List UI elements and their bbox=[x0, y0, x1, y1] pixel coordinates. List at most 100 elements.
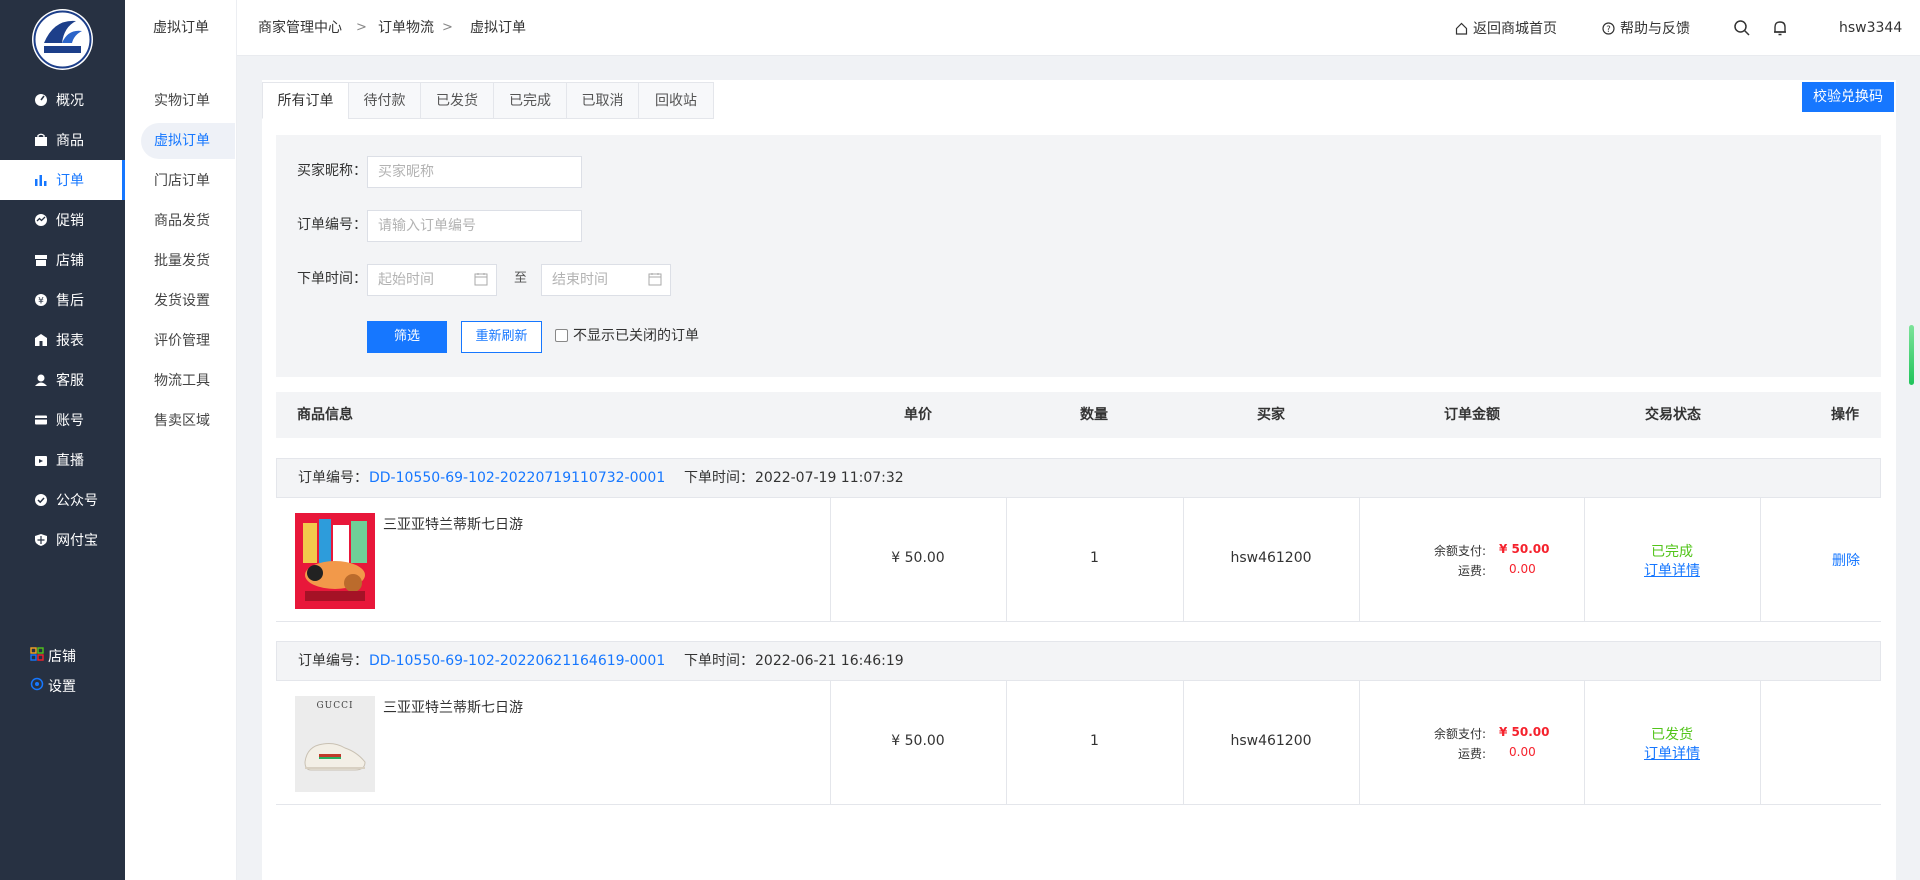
gucci-shoe-image[interactable]: GUCCI bbox=[295, 696, 375, 792]
sub-item-logistics-tools[interactable]: 物流工具 bbox=[141, 363, 235, 399]
sidebar-item-label: 客服 bbox=[56, 373, 84, 389]
order-no-prefix: 订单编号： bbox=[298, 470, 368, 486]
report-icon bbox=[34, 333, 48, 347]
sub-item-shipping-settings[interactable]: 发货设置 bbox=[141, 283, 235, 319]
sidebar-item-customer-service[interactable]: 客服 bbox=[0, 360, 125, 400]
shield-icon bbox=[34, 533, 48, 547]
sidebar-item-label: 公众号 bbox=[56, 493, 98, 509]
breadcrumb-item[interactable]: 商家管理中心 bbox=[258, 0, 342, 56]
order-header-row: 订单编号： DD-10550-69-102-20220621164619-000… bbox=[276, 641, 1881, 681]
filter-button[interactable]: 筛选 bbox=[367, 321, 447, 353]
tab-shipped[interactable]: 已发货 bbox=[420, 82, 494, 119]
sidebar-item-aftersale[interactable]: ¥ 售后 bbox=[0, 280, 125, 320]
sidebar-item-official-account[interactable]: 公众号 bbox=[0, 480, 125, 520]
verify-redeem-code-button[interactable]: 校验兑换码 bbox=[1802, 82, 1894, 112]
bag-icon bbox=[34, 133, 48, 147]
snacks-product-image[interactable] bbox=[295, 513, 375, 609]
username[interactable]: hsw3344 bbox=[1839, 0, 1902, 56]
sidebar-bottom-settings[interactable]: 设置 bbox=[0, 673, 125, 699]
tab-completed[interactable]: 已完成 bbox=[493, 82, 567, 119]
calendar-icon[interactable] bbox=[474, 272, 488, 286]
sub-item-physical-orders[interactable]: 实物订单 bbox=[141, 83, 235, 119]
order-header-row: 订单编号： DD-10550-69-102-20220719110732-000… bbox=[276, 458, 1881, 498]
column-header: 买家 bbox=[1257, 407, 1285, 423]
calendar-icon[interactable] bbox=[648, 272, 662, 286]
scrollbar-thumb[interactable] bbox=[1909, 325, 1914, 385]
balance-pay-label: 余额支付: bbox=[1433, 544, 1486, 558]
sidebar-item-label: 账号 bbox=[56, 413, 84, 429]
buyer-nickname-input[interactable] bbox=[367, 156, 582, 188]
sidebar-bottom-store[interactable]: 店铺 bbox=[0, 643, 125, 669]
sidebar-item-label: 促销 bbox=[56, 213, 84, 229]
bar-chart-icon bbox=[34, 173, 48, 187]
order-no-prefix: 订单编号： bbox=[298, 653, 368, 669]
sidebar-item-promotion[interactable]: 促销 bbox=[0, 200, 125, 240]
product-name[interactable]: 三亚亚特兰蒂斯七日游 bbox=[383, 697, 523, 717]
shipping-value: 0.00 bbox=[1509, 745, 1536, 759]
sub-item-goods-shipping[interactable]: 商品发货 bbox=[141, 203, 235, 239]
order-no-link[interactable]: DD-10550-69-102-20220621164619-0001 bbox=[369, 642, 665, 680]
column-header: 交易状态 bbox=[1645, 407, 1701, 423]
column-header: 数量 bbox=[1080, 407, 1108, 423]
settings-icon bbox=[30, 677, 44, 695]
aftersale-icon: ¥ bbox=[34, 293, 48, 307]
sidebar-item-report[interactable]: 报表 bbox=[0, 320, 125, 360]
help-feedback-label: 帮助与反馈 bbox=[1620, 21, 1690, 37]
buyer-name: hsw461200 bbox=[1230, 733, 1312, 749]
order-time-value: 2022-07-19 11:07:32 bbox=[755, 470, 904, 486]
balance-pay-value: ¥ 50.00 bbox=[1499, 725, 1550, 739]
status-badge: 已完成 bbox=[1651, 544, 1693, 560]
sidebar-item-netpay[interactable]: 网付宝 bbox=[0, 520, 125, 560]
bell-icon[interactable] bbox=[1771, 19, 1789, 37]
reset-refresh-button[interactable]: 重新刷新 bbox=[461, 321, 542, 353]
sub-item-store-orders[interactable]: 门店订单 bbox=[141, 163, 235, 199]
top-header: 商家管理中心 > 订单物流 > 虚拟订单 返回商城首页 ? 帮助与反馈 hsw3… bbox=[237, 0, 1920, 56]
sub-item-sales-region[interactable]: 售卖区域 bbox=[141, 403, 235, 439]
column-header: 单价 bbox=[904, 407, 932, 423]
sidebar-item-goods[interactable]: 商品 bbox=[0, 120, 125, 160]
sidebar-item-label: 商品 bbox=[56, 133, 84, 149]
cell-divider bbox=[1584, 681, 1585, 805]
unit-price: ¥ 50.00 bbox=[891, 733, 945, 749]
sidebar-bottom-label: 设置 bbox=[48, 679, 76, 695]
chevron-right-icon: > bbox=[356, 20, 367, 35]
chevron-right-icon: > bbox=[442, 20, 453, 35]
tab-pending-payment[interactable]: 待付款 bbox=[348, 82, 421, 119]
quantity: 1 bbox=[1090, 733, 1099, 749]
help-feedback-link[interactable]: ? 帮助与反馈 bbox=[1602, 0, 1690, 56]
tab-cancelled[interactable]: 已取消 bbox=[566, 82, 639, 119]
cell-divider bbox=[1760, 681, 1761, 805]
sub-item-review-management[interactable]: 评价管理 bbox=[141, 323, 235, 359]
cell-divider bbox=[1359, 681, 1360, 805]
hide-closed-label[interactable]: 不显示已关闭的订单 bbox=[573, 320, 699, 352]
sidebar-item-store[interactable]: 店铺 bbox=[0, 240, 125, 280]
tab-recycle-bin[interactable]: 回收站 bbox=[638, 82, 714, 119]
order-detail-link[interactable]: 订单详情 bbox=[1622, 560, 1722, 580]
sidebar-item-account[interactable]: 账号 bbox=[0, 400, 125, 440]
tab-all-orders[interactable]: 所有订单 bbox=[262, 82, 349, 119]
product-name[interactable]: 三亚亚特兰蒂斯七日游 bbox=[383, 514, 523, 534]
sub-item-batch-shipping[interactable]: 批量发货 bbox=[141, 243, 235, 279]
to-label: 至 bbox=[514, 271, 528, 286]
sidebar-item-orders[interactable]: 订单 bbox=[0, 160, 125, 200]
order-no-link[interactable]: DD-10550-69-102-20220719110732-0001 bbox=[369, 459, 665, 497]
return-home-link[interactable]: 返回商城首页 bbox=[1455, 0, 1557, 56]
order-detail-link[interactable]: 订单详情 bbox=[1622, 743, 1722, 763]
check-badge-icon bbox=[34, 493, 48, 507]
delete-order-link[interactable]: 删除 bbox=[1832, 550, 1860, 570]
brand-logo[interactable] bbox=[32, 9, 93, 70]
order-no-input[interactable] bbox=[367, 210, 582, 242]
sidebar-item-label: 概况 bbox=[56, 93, 84, 109]
search-icon[interactable] bbox=[1733, 19, 1751, 37]
balance-pay-label: 余额支付: bbox=[1433, 727, 1486, 741]
breadcrumb-item[interactable]: 订单物流 bbox=[378, 0, 434, 56]
sidebar-item-live[interactable]: 直播 bbox=[0, 440, 125, 480]
sidebar-item-overview[interactable]: 概况 bbox=[0, 80, 125, 120]
order-no-label: 订单编号： bbox=[297, 217, 367, 233]
hide-closed-checkbox[interactable] bbox=[555, 329, 568, 342]
live-icon bbox=[34, 453, 48, 467]
sidebar-item-label: 网付宝 bbox=[56, 533, 98, 549]
status-badge: 已发货 bbox=[1651, 727, 1693, 743]
sub-item-virtual-orders[interactable]: 虚拟订单 bbox=[141, 123, 235, 159]
dashboard-icon bbox=[34, 93, 48, 107]
